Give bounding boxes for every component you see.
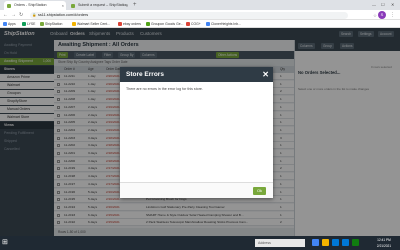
shipstation-favicon-icon bbox=[71, 3, 75, 8]
close-tab-icon[interactable]: × bbox=[62, 1, 64, 10]
lock-icon: 🔒 bbox=[32, 12, 37, 17]
bookmark-icon bbox=[22, 22, 26, 26]
reload-icon[interactable]: ↻ bbox=[19, 11, 23, 19]
maximize-icon[interactable]: ☐ bbox=[381, 0, 385, 9]
bookmark-star-icon[interactable]: ☆ bbox=[373, 12, 377, 19]
bookmark-label: Walmart Seller Cent... bbox=[77, 22, 111, 26]
browser-menu-icon[interactable]: ⋮ bbox=[390, 11, 395, 19]
tab-label: Orders - ShipStation bbox=[14, 3, 47, 7]
dialog-footer: Ok bbox=[120, 182, 273, 198]
tab-label: Submit a request – ShipStation bbox=[78, 3, 128, 7]
browser-tab-submit-request[interactable]: Submit a request – ShipStation × bbox=[68, 1, 130, 10]
windows-taskbar: ⊞ Address 12:41 PM 2/21/2021 bbox=[0, 236, 400, 250]
bookmark-clonerheights[interactable]: ClonerHeights Inb... bbox=[206, 20, 241, 28]
bookmark-label: ebay orders bbox=[123, 22, 141, 26]
bookmark-walmart[interactable]: Walmart Seller Cent... bbox=[72, 20, 110, 28]
close-icon[interactable]: ✕ bbox=[262, 67, 269, 82]
url-text: ss11.shipstation.com/#/orders bbox=[38, 12, 89, 17]
shipstation-favicon-icon bbox=[7, 3, 11, 8]
profile-avatar[interactable]: S bbox=[378, 11, 386, 19]
bookmark-groupon[interactable]: Groupon Goods Ge... bbox=[146, 20, 183, 28]
close-window-icon[interactable]: ✕ bbox=[391, 0, 394, 9]
bookmark-label: ClonerHeights Inb... bbox=[211, 22, 241, 26]
address-bar-row: ← → ↻ 🔒 ss11.shipstation.com/#/orders ☆ … bbox=[0, 10, 400, 20]
taskbar-address-field[interactable]: Address bbox=[255, 239, 305, 247]
app-icon[interactable] bbox=[352, 239, 359, 246]
clock-date: 2/21/2021 bbox=[376, 244, 392, 248]
bookmark-shipstation[interactable]: ShipStation bbox=[40, 20, 62, 28]
bookmark-icon bbox=[186, 22, 190, 26]
bookmark-lyse[interactable]: LYSE bbox=[22, 20, 35, 28]
browser-tab-orders[interactable]: Orders - ShipStation × bbox=[4, 1, 66, 10]
bookmark-label: Apps bbox=[8, 22, 16, 26]
back-icon[interactable]: ← bbox=[3, 11, 8, 19]
bookmark-cog[interactable]: COG+ bbox=[186, 20, 201, 28]
edge-icon[interactable] bbox=[332, 239, 339, 246]
browser-tab-bar: Orders - ShipStation × Submit a request … bbox=[0, 0, 400, 10]
forward-icon[interactable]: → bbox=[11, 11, 16, 19]
bookmark-apps[interactable]: Apps bbox=[3, 20, 16, 28]
bookmark-label: COG+ bbox=[191, 22, 201, 26]
bookmarks-bar: Apps LYSE ShipStation Walmart Seller Cen… bbox=[0, 20, 400, 28]
minimize-icon[interactable]: — bbox=[372, 0, 376, 9]
close-tab-icon[interactable]: × bbox=[126, 1, 128, 10]
bookmark-icon bbox=[118, 22, 122, 26]
windows-start-icon[interactable]: ⊞ bbox=[2, 239, 10, 247]
bookmark-ebay[interactable]: ebay orders bbox=[118, 20, 141, 28]
bookmark-icon bbox=[40, 22, 44, 26]
bookmark-icon bbox=[206, 22, 210, 26]
ok-button[interactable]: Ok bbox=[253, 186, 266, 195]
apps-icon bbox=[3, 22, 7, 26]
store-errors-dialog: Store Errors ✕ There are no errors in th… bbox=[120, 67, 273, 198]
file-explorer-icon[interactable] bbox=[322, 239, 329, 246]
chrome-icon[interactable] bbox=[312, 239, 319, 246]
bookmark-label: Groupon Goods Ge... bbox=[151, 22, 184, 26]
store-icon[interactable] bbox=[342, 239, 349, 246]
bookmark-label: LYSE bbox=[27, 22, 36, 26]
dialog-message: There are no errors in the error log for… bbox=[126, 87, 203, 91]
bookmark-icon bbox=[146, 22, 150, 26]
bookmark-label: ShipStation bbox=[45, 22, 63, 26]
new-tab-icon[interactable]: + bbox=[133, 1, 137, 9]
dialog-title: Store Errors bbox=[126, 71, 164, 78]
dialog-header: Store Errors ✕ bbox=[120, 67, 273, 82]
url-field[interactable]: 🔒 ss11.shipstation.com/#/orders ☆ bbox=[30, 11, 377, 19]
bookmark-icon bbox=[72, 22, 76, 26]
taskbar-clock[interactable]: 12:41 PM 2/21/2021 bbox=[370, 237, 398, 249]
